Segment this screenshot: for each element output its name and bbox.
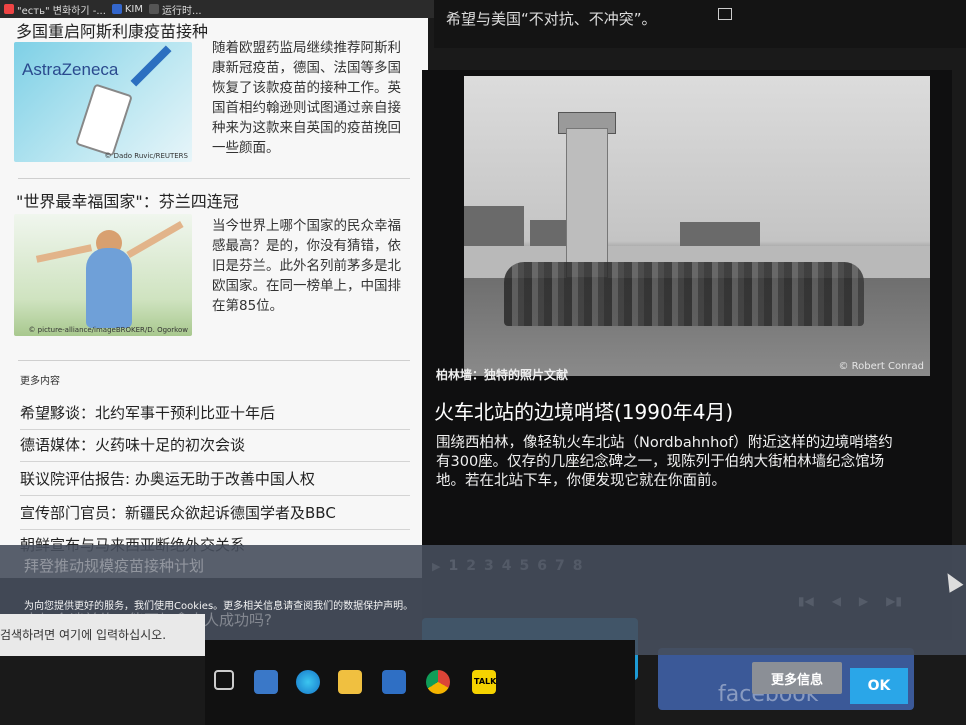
- more-link-item[interactable]: 德语媒体：火药味十足的初次会谈: [20, 434, 410, 462]
- tab-label: 运行时...: [162, 5, 202, 17]
- arm-shape: [126, 220, 184, 259]
- woman-figure-icon: [86, 248, 132, 328]
- more-content-label: 更多内容: [20, 376, 60, 387]
- astrazeneca-logo: AstraZeneca: [22, 60, 119, 79]
- taskbar-search-input[interactable]: 검색하려면 여기에 입력하십시오.: [0, 614, 205, 656]
- syringe-icon: [130, 45, 172, 87]
- photo-credit: © Robert Conrad: [838, 361, 924, 372]
- banner-text: 希望与美国“不对抗、不冲突”。: [446, 10, 657, 28]
- browser-tab[interactable]: "есть" 변화하기 -...: [4, 2, 106, 17]
- watchtower-icon: [566, 128, 608, 278]
- tab-favicon-icon: [149, 4, 160, 14]
- top-video-banner[interactable]: 希望与美国“不对抗、不冲突”。: [434, 0, 966, 48]
- divider: [18, 360, 410, 361]
- browser-tab[interactable]: KIM: [111, 3, 144, 15]
- edge-icon[interactable]: [296, 670, 320, 694]
- gallery-photo[interactable]: © Robert Conrad: [464, 76, 930, 376]
- more-link-item[interactable]: 宣传部门官员：新疆民众欲起诉德国学者及BBC: [20, 502, 410, 530]
- task-view-icon[interactable]: [214, 670, 234, 690]
- story2-image[interactable]: © picture-alliance/imageBROKER/D. Ogorko…: [14, 214, 192, 336]
- story1-title[interactable]: 多国重启阿斯利康疫苗接种: [16, 18, 208, 42]
- browser-tab-strip: "есть" 변화하기 -... KIM 运行时...: [0, 0, 440, 18]
- crowd-shape: [504, 262, 864, 326]
- more-info-button[interactable]: 更多信息: [752, 662, 842, 694]
- more-link-item[interactable]: 联议院评估报告: 办奥运无助于改善中国人权: [20, 468, 410, 496]
- gallery-caption-title: 火车北站的边境哨塔(1990年4月): [434, 400, 734, 424]
- vaccine-vial-icon: [75, 83, 133, 157]
- story1-image[interactable]: AstraZeneca © Dado Ruvic/REUTERS: [14, 42, 192, 162]
- image-credit: © Dado Ruvic/REUTERS: [104, 152, 188, 160]
- mail-icon[interactable]: [382, 670, 406, 694]
- file-explorer-icon[interactable]: [338, 670, 362, 694]
- kakaotalk-label: TALK: [474, 677, 497, 686]
- arm-shape: [35, 244, 93, 263]
- ghost-link: 拜登推动规模疫苗接种计划: [24, 557, 205, 575]
- divider: [18, 178, 410, 179]
- story2-text[interactable]: 当今世界上哪个国家的民众幸福感最高？是的，你没有猜错，依旧是芬兰。此外名列前茅多…: [212, 216, 408, 316]
- gallery-series-label: 柏林墙：独特的照片文献: [436, 368, 569, 382]
- kakaotalk-icon[interactable]: TALK: [472, 670, 496, 694]
- ok-button[interactable]: OK: [850, 668, 908, 704]
- left-news-column: 多国重启阿斯利康疫苗接种 AstraZeneca © Dado Ruvic/RE…: [0, 18, 428, 578]
- more-link-item[interactable]: 希望黟谈：北约军事干预利比亚十年后: [20, 402, 410, 430]
- story1-text[interactable]: 随着欧盟药监局继续推荐阿斯利康新冠疫苗，德国、法国等多国恢复了该款疫苗的接种工作…: [212, 38, 408, 158]
- tab-label: "есть" 변화하기 -...: [17, 5, 106, 17]
- store-icon[interactable]: [254, 670, 278, 694]
- tab-label: KIM: [124, 3, 144, 15]
- gallery-caption-text: 围绕西柏林，像轻轨火车北站（Nordbahnhof）附近这样的边境哨塔约有300…: [436, 435, 893, 489]
- chrome-icon[interactable]: [426, 670, 450, 694]
- tab-favicon-icon: [4, 4, 14, 14]
- image-credit: © picture-alliance/imageBROKER/D. Ogorko…: [28, 326, 188, 334]
- cookie-notice-text: 为向您提供更好的服务，我们使用Cookies。更多相关信息请查阅我们的数据保护声…: [24, 601, 414, 612]
- browser-tab[interactable]: 运行时...: [149, 2, 202, 17]
- tab-favicon-icon: [111, 4, 122, 14]
- video-play-icon[interactable]: [718, 8, 732, 20]
- story2-title[interactable]: "世界最幸福国家"：芬兰四连冠: [16, 188, 239, 212]
